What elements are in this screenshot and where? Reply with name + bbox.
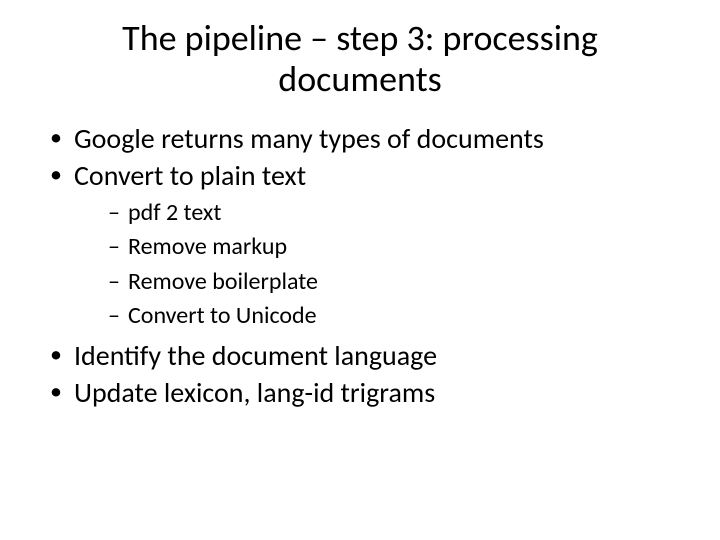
- list-item: pdf 2 text: [108, 197, 690, 229]
- list-item: Update lexicon, lang-id trigrams: [50, 375, 690, 410]
- bullet-text: Convert to plain text: [74, 158, 306, 193]
- slide-title: The pipeline – step 3: processing docume…: [60, 18, 660, 101]
- list-item: Convert to plain text pdf 2 text Remove …: [50, 158, 690, 333]
- list-item: Remove boilerplate: [108, 266, 690, 298]
- slide: The pipeline – step 3: processing docume…: [0, 0, 720, 540]
- list-item: Identify the document language: [50, 338, 690, 373]
- bullet-text: Identify the document language: [74, 338, 437, 373]
- sub-list: pdf 2 text Remove markup Remove boilerpl…: [74, 197, 690, 333]
- bullet-text: Remove markup: [128, 232, 287, 261]
- bullet-list: Google returns many types of documents C…: [30, 121, 690, 411]
- bullet-text: Google returns many types of documents: [74, 121, 544, 156]
- bullet-text: Remove boilerplate: [128, 267, 318, 296]
- list-item: Convert to Unicode: [108, 300, 690, 332]
- bullet-text: pdf 2 text: [128, 198, 221, 227]
- bullet-text: Update lexicon, lang-id trigrams: [74, 375, 435, 410]
- list-item: Google returns many types of documents: [50, 121, 690, 156]
- list-item: Remove markup: [108, 231, 690, 263]
- bullet-text: Convert to Unicode: [128, 301, 317, 330]
